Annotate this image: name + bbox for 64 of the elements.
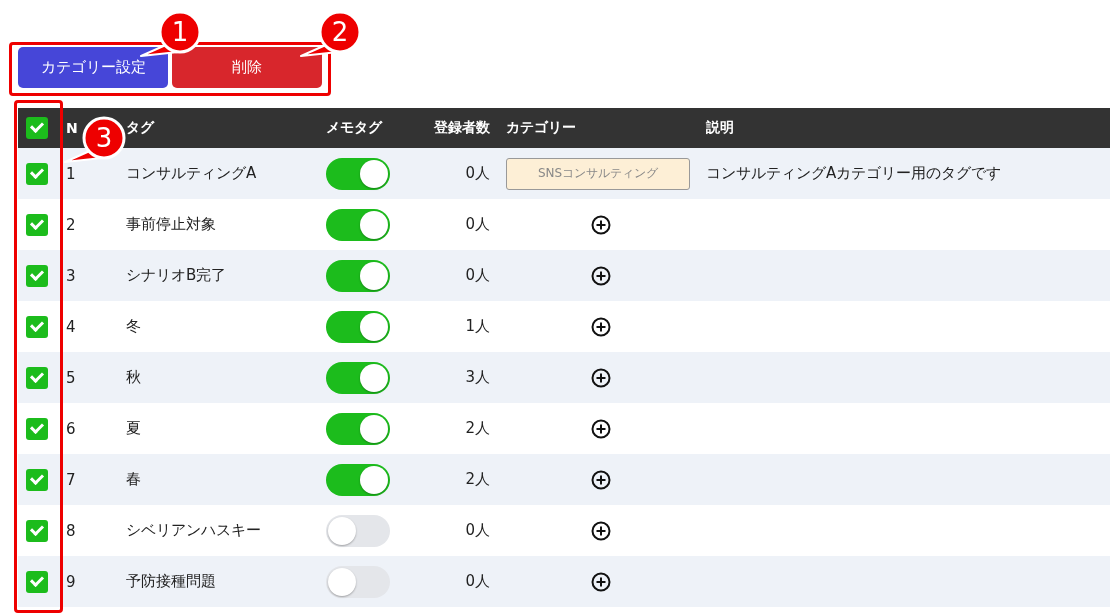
checkbox[interactable] [26,366,48,389]
table-cell-text: コンサルティングA [126,164,258,183]
add-icon[interactable] [591,265,611,286]
table-cell-text: シベリアンハスキー [126,521,262,540]
table-cell-text: 8 [66,521,77,540]
column-header: 登録者数 [433,119,490,137]
checkbox[interactable] [26,570,48,593]
table-cell-text: 6 [66,419,77,438]
table-cell-text: シナリオB完了 [126,266,228,285]
toggle-switch[interactable] [326,310,390,343]
table-cell-text: 秋 [126,368,142,387]
add-icon[interactable] [591,316,611,337]
table-cell-text: 2人 [464,419,490,438]
column-header: メモタグ [326,119,384,137]
table-cell-text: 5 [66,368,77,387]
table-cell-text: 9 [66,572,77,591]
checkbox[interactable] [26,417,48,440]
toggle-switch[interactable] [326,259,390,292]
table-cell-text: 1 [66,164,77,183]
table-cell-text: コンサルティングAカテゴリー用のタグです [705,164,1003,183]
table-cell-text: 冬 [126,317,142,336]
checkbox[interactable] [26,162,48,185]
table-cell-text: 0人 [464,572,490,591]
table-cell-text: 0人 [464,266,490,285]
column-header: N [66,120,79,136]
toggle-switch[interactable] [326,157,390,190]
table-cell-text: 2人 [464,470,490,489]
table-cell-text: 0人 [464,164,490,183]
add-icon[interactable] [591,520,611,541]
table-cell-text: 2 [66,215,77,234]
table-cell-text: 7 [66,470,77,489]
table-cell-text: 春 [126,470,142,489]
column-header: タグ [126,119,156,137]
checkbox[interactable] [26,264,48,287]
table-cell-text: 事前停止対象 [126,215,217,234]
checkbox[interactable] [26,519,48,542]
checkbox[interactable] [26,315,48,338]
checkbox[interactable] [26,468,48,491]
checkbox[interactable] [26,213,48,236]
toggle-switch[interactable] [326,361,390,394]
table-cell-text: 夏 [126,419,142,438]
category-tag[interactable]: SNSコンサルティング [506,157,690,190]
table-cell-text: 0人 [464,521,490,540]
add-icon[interactable] [591,571,611,592]
column-header: カテゴリー [505,119,577,137]
delete-button[interactable]: 削除 [172,47,322,88]
add-icon[interactable] [591,469,611,490]
add-icon[interactable] [591,367,611,388]
table-cell-text: 3 [66,266,77,285]
category-settings-button[interactable]: カテゴリー設定 [18,47,168,88]
toggle-switch[interactable] [326,208,390,241]
add-icon[interactable] [591,418,611,439]
column-header: 説明 [705,119,735,137]
toggle-switch[interactable] [326,514,390,547]
table-cell-text: 4 [66,317,77,336]
checkbox[interactable] [26,117,48,139]
table-cell-text: 0人 [464,215,490,234]
toggle-switch[interactable] [326,565,390,598]
add-icon[interactable] [591,214,611,235]
table-cell-text: 1人 [464,317,490,336]
toggle-switch[interactable] [326,412,390,445]
toggle-switch[interactable] [326,463,390,496]
table-cell-text: 予防接種問題 [126,572,217,591]
table-cell-text: 3人 [464,368,490,387]
